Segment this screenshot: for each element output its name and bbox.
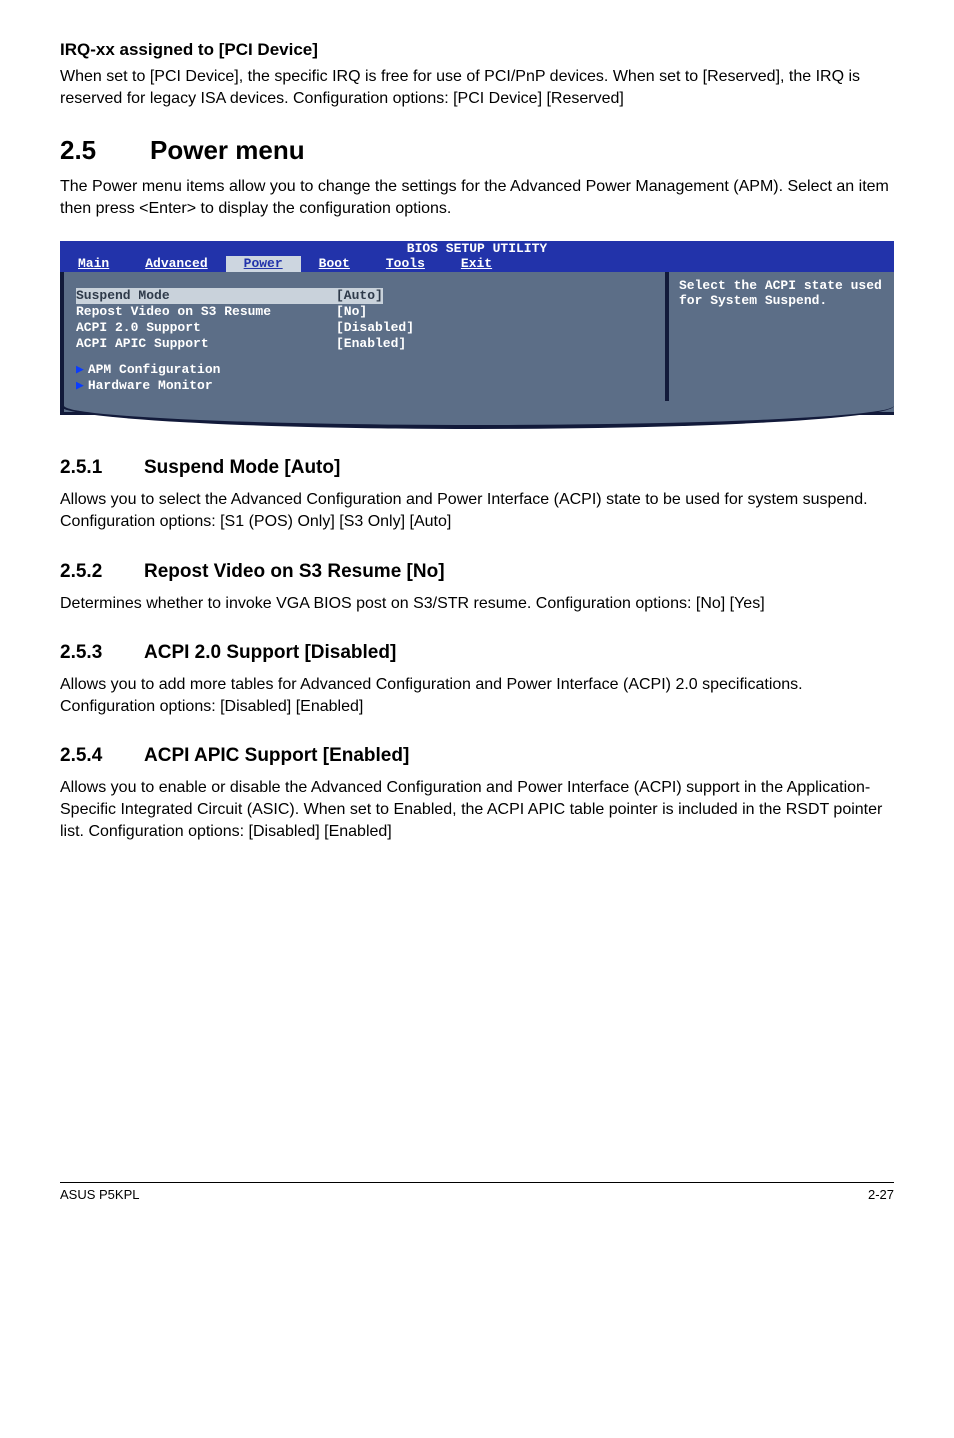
bios-row-apic[interactable]: ACPI APIC Support [Enabled]: [76, 336, 653, 352]
bios-tab-boot[interactable]: Boot: [301, 256, 368, 272]
bios-help-text: Select the ACPI state used for System Su…: [679, 278, 884, 308]
heading-2-5-1-num: 2.5.1: [60, 457, 144, 479]
bios-title: BIOS SETUP UTILITY: [60, 241, 894, 256]
page-footer: ASUS P5KPL 2-27: [60, 1182, 894, 1202]
bios-tab-bar: Main Advanced Power Boot Tools Exit: [60, 256, 894, 272]
heading-2-5-4-title: ACPI APIC Support [Enabled]: [144, 745, 409, 766]
bios-sub-apm[interactable]: ▶ APM Configuration: [76, 362, 653, 378]
bios-screenshot: BIOS SETUP UTILITY Main Advanced Power B…: [60, 241, 894, 429]
bios-label-repost: Repost Video on S3 Resume: [76, 304, 336, 320]
bios-row-repost[interactable]: Repost Video on S3 Resume [No]: [76, 304, 653, 320]
footer-left: ASUS P5KPL: [60, 1187, 140, 1202]
para-2-5-2: Determines whether to invoke VGA BIOS po…: [60, 593, 894, 615]
heading-2-5-2-num: 2.5.2: [60, 561, 144, 583]
heading-2-5-title: Power menu: [150, 135, 305, 165]
heading-irq: IRQ-xx assigned to [PCI Device]: [60, 40, 894, 60]
heading-2-5-1: 2.5.1Suspend Mode [Auto]: [60, 457, 894, 479]
bios-val-apic: [Enabled]: [336, 336, 406, 352]
bios-sub-apm-label: APM Configuration: [88, 362, 221, 378]
para-irq: When set to [PCI Device], the specific I…: [60, 66, 894, 109]
bios-val-suspend: [Auto]: [336, 288, 383, 304]
bios-row-acpi20[interactable]: ACPI 2.0 Support [Disabled]: [76, 320, 653, 336]
heading-2-5-2: 2.5.2Repost Video on S3 Resume [No]: [60, 561, 894, 583]
para-2-5-4: Allows you to enable or disable the Adva…: [60, 777, 894, 842]
bios-body: Suspend Mode [Auto] Repost Video on S3 R…: [60, 272, 894, 416]
footer-right: 2-27: [868, 1187, 894, 1202]
bios-submenus: ▶ APM Configuration ▶ Hardware Monitor: [76, 362, 653, 394]
bios-tab-exit[interactable]: Exit: [443, 256, 510, 272]
para-2-5: The Power menu items allow you to change…: [60, 176, 894, 219]
bios-row-suspend[interactable]: Suspend Mode [Auto]: [76, 288, 653, 304]
triangle-right-icon: ▶: [76, 378, 84, 394]
bios-tab-main[interactable]: Main: [60, 256, 127, 272]
bios-help-pane: Select the ACPI state used for System Su…: [669, 272, 894, 412]
bios-tab-tools[interactable]: Tools: [368, 256, 443, 272]
heading-2-5-4: 2.5.4ACPI APIC Support [Enabled]: [60, 745, 894, 767]
heading-2-5-3-title: ACPI 2.0 Support [Disabled]: [144, 642, 396, 663]
bios-label-acpi20: ACPI 2.0 Support: [76, 320, 336, 336]
para-2-5-1b: Configuration options: [S1 (POS) Only] […: [60, 511, 894, 533]
heading-2-5-2-title: Repost Video on S3 Resume [No]: [144, 561, 445, 582]
bios-sub-hw[interactable]: ▶ Hardware Monitor: [76, 378, 653, 394]
bios-val-repost: [No]: [336, 304, 367, 320]
heading-2-5-num: 2.5: [60, 135, 150, 166]
bios-bottom-curve: [60, 415, 894, 429]
heading-2-5-4-num: 2.5.4: [60, 745, 144, 767]
bios-tab-power[interactable]: Power: [226, 256, 301, 272]
heading-2-5-1-title: Suspend Mode [Auto]: [144, 457, 340, 478]
bios-label-apic: ACPI APIC Support: [76, 336, 336, 352]
bios-left-pane: Suspend Mode [Auto] Repost Video on S3 R…: [64, 272, 669, 412]
para-2-5-3: Allows you to add more tables for Advanc…: [60, 674, 894, 717]
bios-sub-hw-label: Hardware Monitor: [88, 378, 213, 394]
triangle-right-icon: ▶: [76, 362, 84, 378]
bios-val-acpi20: [Disabled]: [336, 320, 414, 336]
bios-tab-advanced[interactable]: Advanced: [127, 256, 225, 272]
heading-2-5-3-num: 2.5.3: [60, 642, 144, 664]
para-2-5-1a: Allows you to select the Advanced Config…: [60, 489, 894, 511]
heading-2-5: 2.5Power menu: [60, 135, 894, 166]
heading-2-5-3: 2.5.3ACPI 2.0 Support [Disabled]: [60, 642, 894, 664]
bios-label-suspend: Suspend Mode: [76, 288, 336, 304]
